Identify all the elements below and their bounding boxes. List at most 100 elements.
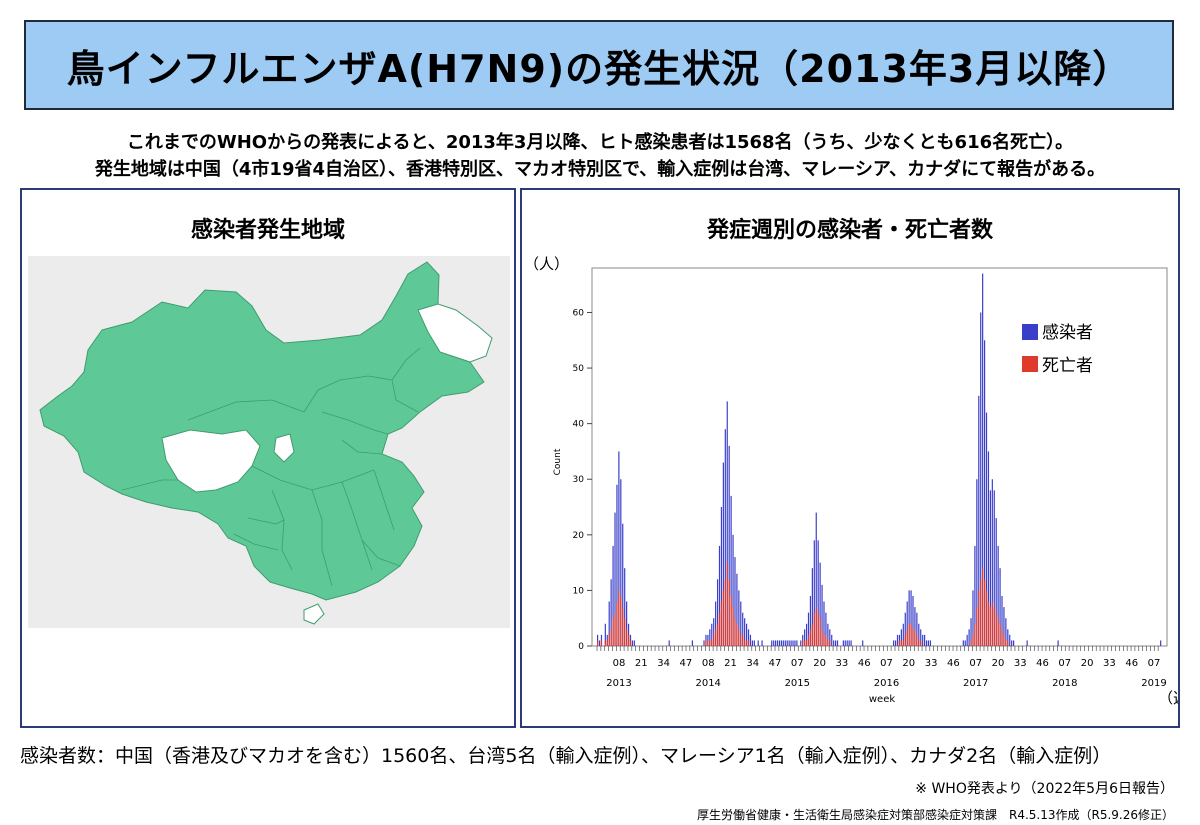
- bar-deaths: [904, 634, 906, 646]
- bar-cases: [800, 640, 802, 646]
- bar-cases: [831, 634, 833, 646]
- x-year-label: 2014: [695, 678, 720, 689]
- bar-cases: [786, 640, 788, 646]
- bar-deaths: [597, 640, 599, 646]
- bar-cases: [968, 629, 970, 646]
- bar-cases: [1009, 634, 1011, 646]
- bar-deaths: [991, 601, 993, 646]
- bar-cases: [753, 640, 755, 646]
- x-week-label: 07: [880, 658, 893, 669]
- bar-cases: [850, 640, 852, 646]
- bar-deaths: [983, 579, 986, 646]
- x-week-label: 07: [1058, 658, 1071, 669]
- bar-deaths: [604, 640, 606, 646]
- bar-deaths: [624, 618, 626, 646]
- bar-deaths: [902, 640, 904, 646]
- bar-cases: [773, 640, 775, 646]
- bar-deaths: [722, 590, 724, 646]
- bar-deaths: [718, 612, 721, 646]
- bar-deaths: [736, 623, 738, 646]
- bar-deaths: [989, 607, 991, 646]
- bar-cases: [775, 640, 777, 646]
- bar-cases: [925, 640, 928, 646]
- x-week-label: 34: [746, 658, 759, 669]
- bar-cases: [848, 640, 850, 646]
- bar-cases: [896, 634, 899, 646]
- bar-deaths: [900, 640, 902, 646]
- bar-cases: [922, 634, 924, 646]
- bar-deaths: [980, 579, 982, 646]
- chart-panel: 発症週別の感染者・死亡者数 （人） （週） 0102030405060 0821…: [520, 188, 1180, 728]
- bar-deaths: [614, 612, 616, 646]
- bar-deaths: [745, 640, 748, 646]
- bar-deaths: [974, 623, 976, 646]
- cases-by-country: 感染者数：中国（香港及びマカオを含む）1560名、台湾5名（輸入症例）、マレーシ…: [20, 745, 1112, 767]
- bar-deaths: [1005, 640, 1007, 646]
- bar-deaths: [993, 607, 995, 646]
- x-week-label: 20: [992, 658, 1005, 669]
- legend-label-deaths: 死亡者: [1042, 356, 1093, 376]
- x-week-label: 46: [1125, 658, 1138, 669]
- bar-cases: [757, 640, 759, 646]
- bar-deaths: [807, 634, 810, 646]
- x-week-label: 47: [680, 658, 693, 669]
- hainan-island: [303, 603, 325, 625]
- bar-deaths: [815, 607, 817, 646]
- x-unit-label: （週）: [1158, 689, 1178, 707]
- bar-deaths: [742, 634, 744, 646]
- bar-cases: [862, 640, 864, 646]
- bar-cases: [894, 640, 897, 646]
- bar-deaths: [970, 640, 972, 646]
- bar-cases: [784, 640, 786, 646]
- x-week-label: 33: [925, 658, 938, 669]
- bar-cases: [835, 640, 837, 646]
- bar-cases: [703, 640, 705, 646]
- bar-deaths: [616, 601, 618, 646]
- bar-deaths: [823, 634, 825, 646]
- bar-deaths: [987, 601, 990, 646]
- bar-deaths: [734, 618, 736, 646]
- bar-deaths: [995, 612, 997, 646]
- x-year-label: 2019: [1141, 678, 1166, 689]
- bar-deaths: [1003, 634, 1005, 646]
- bar-deaths: [705, 640, 707, 646]
- bar-deaths: [716, 623, 719, 646]
- source-note: ※ WHO発表より（2022年5月6日報告）: [915, 781, 1174, 797]
- bar-deaths: [819, 618, 821, 646]
- china-map: [39, 261, 493, 625]
- bar-deaths: [709, 640, 711, 646]
- bar-deaths: [622, 607, 624, 646]
- legend-label-cases: 感染者: [1042, 323, 1093, 343]
- x-week-label: 33: [836, 658, 849, 669]
- bar-deaths: [985, 590, 988, 646]
- bar-cases: [771, 640, 773, 646]
- credit-note: 厚生労働省健康・生活衛生局感染症対策部感染症対策課 R4.5.13作成（R5.9…: [696, 808, 1174, 822]
- bar-deaths: [910, 623, 912, 646]
- bar-deaths: [999, 623, 1001, 646]
- y-tick-label: 40: [573, 420, 585, 430]
- bar-deaths: [707, 640, 709, 646]
- bar-deaths: [827, 640, 829, 646]
- bar-deaths: [809, 629, 812, 646]
- bar-cases: [751, 640, 753, 646]
- bar-deaths: [912, 629, 914, 646]
- x-week-label: 46: [858, 658, 871, 669]
- bar-cases: [788, 640, 790, 646]
- bar-deaths: [914, 629, 916, 646]
- y-tick-label: 30: [573, 475, 585, 485]
- bar-cases: [691, 640, 694, 646]
- bar-deaths: [829, 640, 831, 646]
- bar-deaths: [618, 590, 620, 646]
- bar-deaths: [626, 629, 628, 646]
- x-week-label: 07: [969, 658, 982, 669]
- summary-line-2: 発生地域は中国（4市19省4自治区）、香港特別区、マカオ特別区で、輸入症例は台湾…: [94, 159, 1106, 180]
- bar-deaths: [821, 629, 823, 646]
- x-week-label: 08: [613, 658, 626, 669]
- y-tick-label: 50: [573, 364, 585, 374]
- bar-deaths: [804, 640, 806, 646]
- bar-cases: [893, 640, 895, 646]
- bar-deaths: [627, 634, 630, 646]
- bar-deaths: [738, 629, 740, 646]
- bar-deaths: [908, 623, 910, 646]
- x-year-label: 2015: [785, 678, 810, 689]
